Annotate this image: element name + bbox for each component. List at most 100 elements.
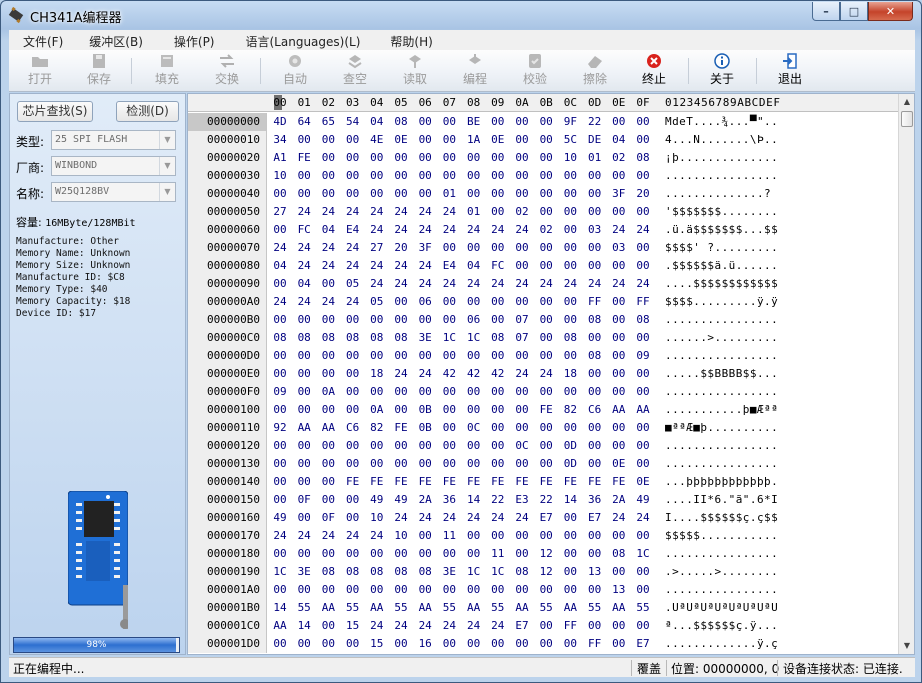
hex-row-ascii[interactable]: .UªUªUªUªUªUªUªU bbox=[665, 599, 778, 617]
hex-byte[interactable]: 00 bbox=[415, 185, 435, 203]
hex-byte[interactable]: 00 bbox=[318, 401, 338, 419]
hex-byte[interactable]: 00 bbox=[294, 509, 314, 527]
hex-byte[interactable]: 1C bbox=[270, 563, 290, 581]
hex-byte[interactable]: 14 bbox=[464, 491, 484, 509]
hex-byte[interactable]: 2A bbox=[415, 491, 435, 509]
hex-byte[interactable]: 24 bbox=[294, 203, 314, 221]
hex-byte[interactable]: 3E bbox=[415, 329, 435, 347]
hex-byte[interactable]: 08 bbox=[391, 329, 411, 347]
hex-row-ascii[interactable]: ................ bbox=[665, 455, 778, 473]
program-button[interactable]: 编程 bbox=[452, 52, 498, 90]
hex-byte[interactable]: 0E bbox=[633, 473, 653, 491]
hex-byte[interactable]: 24 bbox=[343, 239, 363, 257]
hex-byte[interactable]: 00 bbox=[512, 455, 532, 473]
hex-byte[interactable]: 00 bbox=[294, 581, 314, 599]
hex-byte[interactable]: 00 bbox=[415, 437, 435, 455]
hex-byte[interactable]: 00 bbox=[560, 167, 580, 185]
hex-byte[interactable]: 00 bbox=[367, 347, 387, 365]
hex-byte[interactable]: 08 bbox=[560, 329, 580, 347]
hex-byte[interactable]: AA bbox=[294, 419, 314, 437]
maximize-button[interactable]: □ bbox=[840, 2, 868, 21]
hex-byte[interactable]: 00 bbox=[294, 545, 314, 563]
hex-byte[interactable]: 08 bbox=[585, 311, 605, 329]
hex-byte[interactable]: 00 bbox=[343, 581, 363, 599]
hex-byte[interactable]: 00 bbox=[536, 311, 556, 329]
vertical-scrollbar[interactable]: ▲ ▼ bbox=[898, 94, 914, 654]
hex-byte[interactable]: 00 bbox=[270, 545, 290, 563]
hex-byte[interactable]: 24 bbox=[488, 509, 508, 527]
hex-byte[interactable]: 24 bbox=[464, 221, 484, 239]
hex-byte[interactable]: 24 bbox=[439, 275, 459, 293]
verify-button[interactable]: 校验 bbox=[512, 52, 558, 90]
hex-byte[interactable]: 00 bbox=[536, 419, 556, 437]
hex-row-ascii[interactable]: ................ bbox=[665, 383, 778, 401]
hex-byte[interactable]: 00 bbox=[585, 455, 605, 473]
hex-byte[interactable]: 49 bbox=[633, 491, 653, 509]
hex-byte[interactable]: 24 bbox=[439, 203, 459, 221]
hex-byte[interactable]: 24 bbox=[512, 509, 532, 527]
hex-byte[interactable]: 00 bbox=[270, 635, 290, 653]
hex-byte[interactable]: 00 bbox=[560, 293, 580, 311]
hex-byte[interactable]: AA bbox=[560, 599, 580, 617]
type-select[interactable]: 25 SPI FLASH ▼ bbox=[51, 130, 176, 150]
hex-byte[interactable]: 00 bbox=[560, 527, 580, 545]
hex-byte[interactable]: 00 bbox=[343, 455, 363, 473]
hex-row-ascii[interactable]: ................ bbox=[665, 545, 778, 563]
minimize-button[interactable]: – bbox=[812, 2, 840, 21]
hex-byte[interactable]: 00 bbox=[488, 383, 508, 401]
hex-byte[interactable]: 14 bbox=[270, 599, 290, 617]
stop-button[interactable]: 终止 bbox=[631, 52, 677, 90]
hex-byte[interactable]: 08 bbox=[512, 563, 532, 581]
hex-row[interactable]: 00000120 00 00 00 00 00 00 00 00 00 00 0C 00 0D 00 00 00… bbox=[188, 437, 898, 455]
hex-byte[interactable]: 00 bbox=[270, 311, 290, 329]
hex-byte[interactable]: 24 bbox=[488, 221, 508, 239]
hex-byte[interactable]: 24 bbox=[343, 293, 363, 311]
hex-byte[interactable]: 0D bbox=[560, 455, 580, 473]
hex-row[interactable]: 00000040 00 00 00 00 00 00 00 01 00 00 00 00 00 00 3F 20… bbox=[188, 185, 898, 203]
hex-byte[interactable]: FE bbox=[391, 419, 411, 437]
hex-byte[interactable]: 00 bbox=[294, 185, 314, 203]
hex-row[interactable]: 00000020 A1 FE 00 00 00 00 00 00 00 00 00 00 10 01 02 08… bbox=[188, 149, 898, 167]
hex-byte[interactable]: 34 bbox=[270, 131, 290, 149]
hex-byte[interactable]: 08 bbox=[609, 545, 629, 563]
hex-byte[interactable]: 55 bbox=[488, 599, 508, 617]
hex-byte[interactable]: 00 bbox=[294, 473, 314, 491]
hex-byte[interactable]: 00 bbox=[633, 113, 653, 131]
hex-row[interactable]: 00000110 92 AA AA C6 82 FE 0B 00 0C 00 00 00 00 00 00 00… bbox=[188, 419, 898, 437]
hex-byte[interactable]: 00 bbox=[512, 581, 532, 599]
hex-byte[interactable]: 00 bbox=[633, 167, 653, 185]
hex-byte[interactable]: 00 bbox=[294, 635, 314, 653]
hex-byte[interactable]: 00 bbox=[560, 509, 580, 527]
hex-byte[interactable]: 24 bbox=[391, 275, 411, 293]
hex-row[interactable]: 000001A0 00 00 00 00 00 00 00 00 00 00 00 00 00 00 13 00… bbox=[188, 581, 898, 599]
hex-byte[interactable]: 00 bbox=[270, 581, 290, 599]
hex-byte[interactable]: 24 bbox=[391, 203, 411, 221]
hex-byte[interactable]: 00 bbox=[464, 455, 484, 473]
hex-byte[interactable]: 0F bbox=[318, 509, 338, 527]
hex-byte[interactable]: 00 bbox=[512, 527, 532, 545]
hex-byte[interactable]: 00 bbox=[343, 509, 363, 527]
hex-byte[interactable]: 00 bbox=[464, 293, 484, 311]
hex-byte[interactable]: 24 bbox=[464, 617, 484, 635]
hex-byte[interactable]: 08 bbox=[633, 311, 653, 329]
hex-byte[interactable]: 24 bbox=[318, 257, 338, 275]
hex-byte[interactable]: FE bbox=[415, 473, 435, 491]
hex-byte[interactable]: 49 bbox=[367, 491, 387, 509]
hex-byte[interactable]: 00 bbox=[585, 437, 605, 455]
hex-byte[interactable]: 10 bbox=[391, 527, 411, 545]
hex-byte[interactable]: 00 bbox=[488, 203, 508, 221]
hex-byte[interactable]: A1 bbox=[270, 149, 290, 167]
hex-byte[interactable]: 24 bbox=[439, 221, 459, 239]
hex-byte[interactable]: 00 bbox=[391, 401, 411, 419]
hex-byte[interactable]: 24 bbox=[464, 275, 484, 293]
hex-byte[interactable]: 12 bbox=[536, 563, 556, 581]
hex-byte[interactable]: 00 bbox=[560, 347, 580, 365]
hex-byte[interactable]: 00 bbox=[512, 149, 532, 167]
hex-byte[interactable]: 00 bbox=[439, 347, 459, 365]
hex-byte[interactable]: 03 bbox=[609, 239, 629, 257]
hex-byte[interactable]: 00 bbox=[560, 581, 580, 599]
hex-byte[interactable]: 00 bbox=[415, 131, 435, 149]
hex-row-ascii[interactable]: $$$$.........ÿ.ÿ bbox=[665, 293, 778, 311]
hex-byte[interactable]: 00 bbox=[536, 239, 556, 257]
hex-byte[interactable]: 18 bbox=[367, 365, 387, 383]
